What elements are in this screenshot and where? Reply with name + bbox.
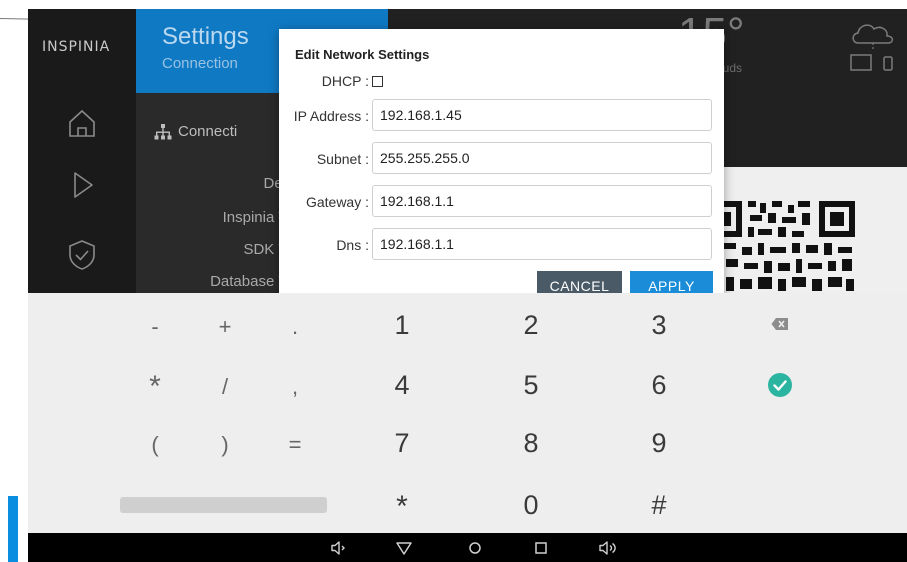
- settings-subtitle: Connection: [162, 55, 238, 72]
- subnet-label: Subnet :: [316, 151, 369, 167]
- done-check-icon[interactable]: [768, 373, 792, 397]
- key-comma[interactable]: ,: [270, 369, 320, 405]
- dialog-title: Edit Network Settings: [295, 47, 430, 62]
- key-close-paren[interactable]: ): [200, 427, 250, 463]
- back-icon[interactable]: [395, 539, 413, 557]
- key-equals[interactable]: =: [270, 427, 320, 463]
- key-asterisk[interactable]: *: [130, 369, 180, 405]
- key-period[interactable]: .: [270, 309, 320, 345]
- logo: INSPINIA: [42, 39, 111, 55]
- key-8[interactable]: 8: [506, 425, 556, 461]
- info-sdk-version: SDK Ver: [243, 241, 301, 258]
- space-bar[interactable]: [120, 497, 327, 513]
- info-inspinia-version: Inspinia Ver: [222, 209, 301, 226]
- system-navigation-bar: [28, 533, 907, 562]
- subnet-field[interactable]: 255.255.255.0: [372, 142, 712, 174]
- info-device: Devic: [136, 175, 301, 192]
- gateway-field[interactable]: 192.168.1.1: [372, 185, 712, 217]
- info-database-version: Database Ver: [210, 273, 301, 290]
- key-open-paren[interactable]: (: [130, 427, 180, 463]
- connection-heading: Connecti: [154, 123, 237, 140]
- shield-icon[interactable]: [64, 237, 100, 273]
- play-icon[interactable]: [64, 167, 100, 203]
- left-accent-bar: [8, 496, 18, 562]
- home-icon[interactable]: [64, 105, 100, 141]
- ip-address-field[interactable]: 192.168.1.45: [372, 99, 712, 131]
- key-1[interactable]: 1: [377, 307, 427, 343]
- key-3[interactable]: 3: [634, 307, 684, 343]
- key-2[interactable]: 2: [506, 307, 556, 343]
- backspace-icon[interactable]: [771, 317, 789, 331]
- gateway-label: Gateway :: [305, 194, 369, 210]
- sidebar: INSPINIA: [28, 9, 136, 293]
- ip-address-label: IP Address :: [293, 108, 369, 124]
- home-nav-icon[interactable]: [466, 539, 484, 557]
- key-5[interactable]: 5: [506, 367, 556, 403]
- key-4[interactable]: 4: [377, 367, 427, 403]
- key-6[interactable]: 6: [634, 367, 684, 403]
- volume-down-icon[interactable]: [330, 539, 348, 557]
- dhcp-label: DHCP :: [321, 73, 369, 89]
- cancel-button[interactable]: CANCEL: [537, 271, 622, 293]
- network-icon: [154, 123, 172, 139]
- settings-title: Settings: [162, 23, 249, 50]
- dns-label: Dns :: [336, 237, 369, 253]
- key-star[interactable]: *: [377, 489, 427, 525]
- key-9[interactable]: 9: [634, 425, 684, 461]
- key-plus[interactable]: +: [200, 309, 250, 345]
- key-7[interactable]: 7: [377, 425, 427, 461]
- edit-network-dialog: Edit Network Settings DHCP : IP Address …: [279, 29, 724, 293]
- qr-code-graphic: [706, 201, 855, 291]
- cloud-devices-icon[interactable]: [848, 17, 898, 77]
- numeric-keyboard: - + . 1 2 3 * / , 4 5 6 ( ) = 7 8 9 * 0 …: [28, 293, 907, 533]
- recents-icon[interactable]: [532, 539, 550, 557]
- key-0[interactable]: 0: [506, 487, 556, 523]
- app-screen: INSPINIA Settings Connection Connecti In…: [28, 9, 907, 293]
- key-minus[interactable]: -: [130, 309, 180, 345]
- connection-heading-label: Connecti: [178, 123, 238, 140]
- volume-up-icon[interactable]: [598, 539, 620, 557]
- dhcp-checkbox[interactable]: [372, 76, 383, 87]
- dns-field[interactable]: 192.168.1.1: [372, 228, 712, 260]
- key-hash[interactable]: #: [634, 487, 684, 523]
- key-slash[interactable]: /: [200, 369, 250, 405]
- qr-code: [696, 167, 907, 293]
- apply-button[interactable]: APPLY: [630, 271, 713, 293]
